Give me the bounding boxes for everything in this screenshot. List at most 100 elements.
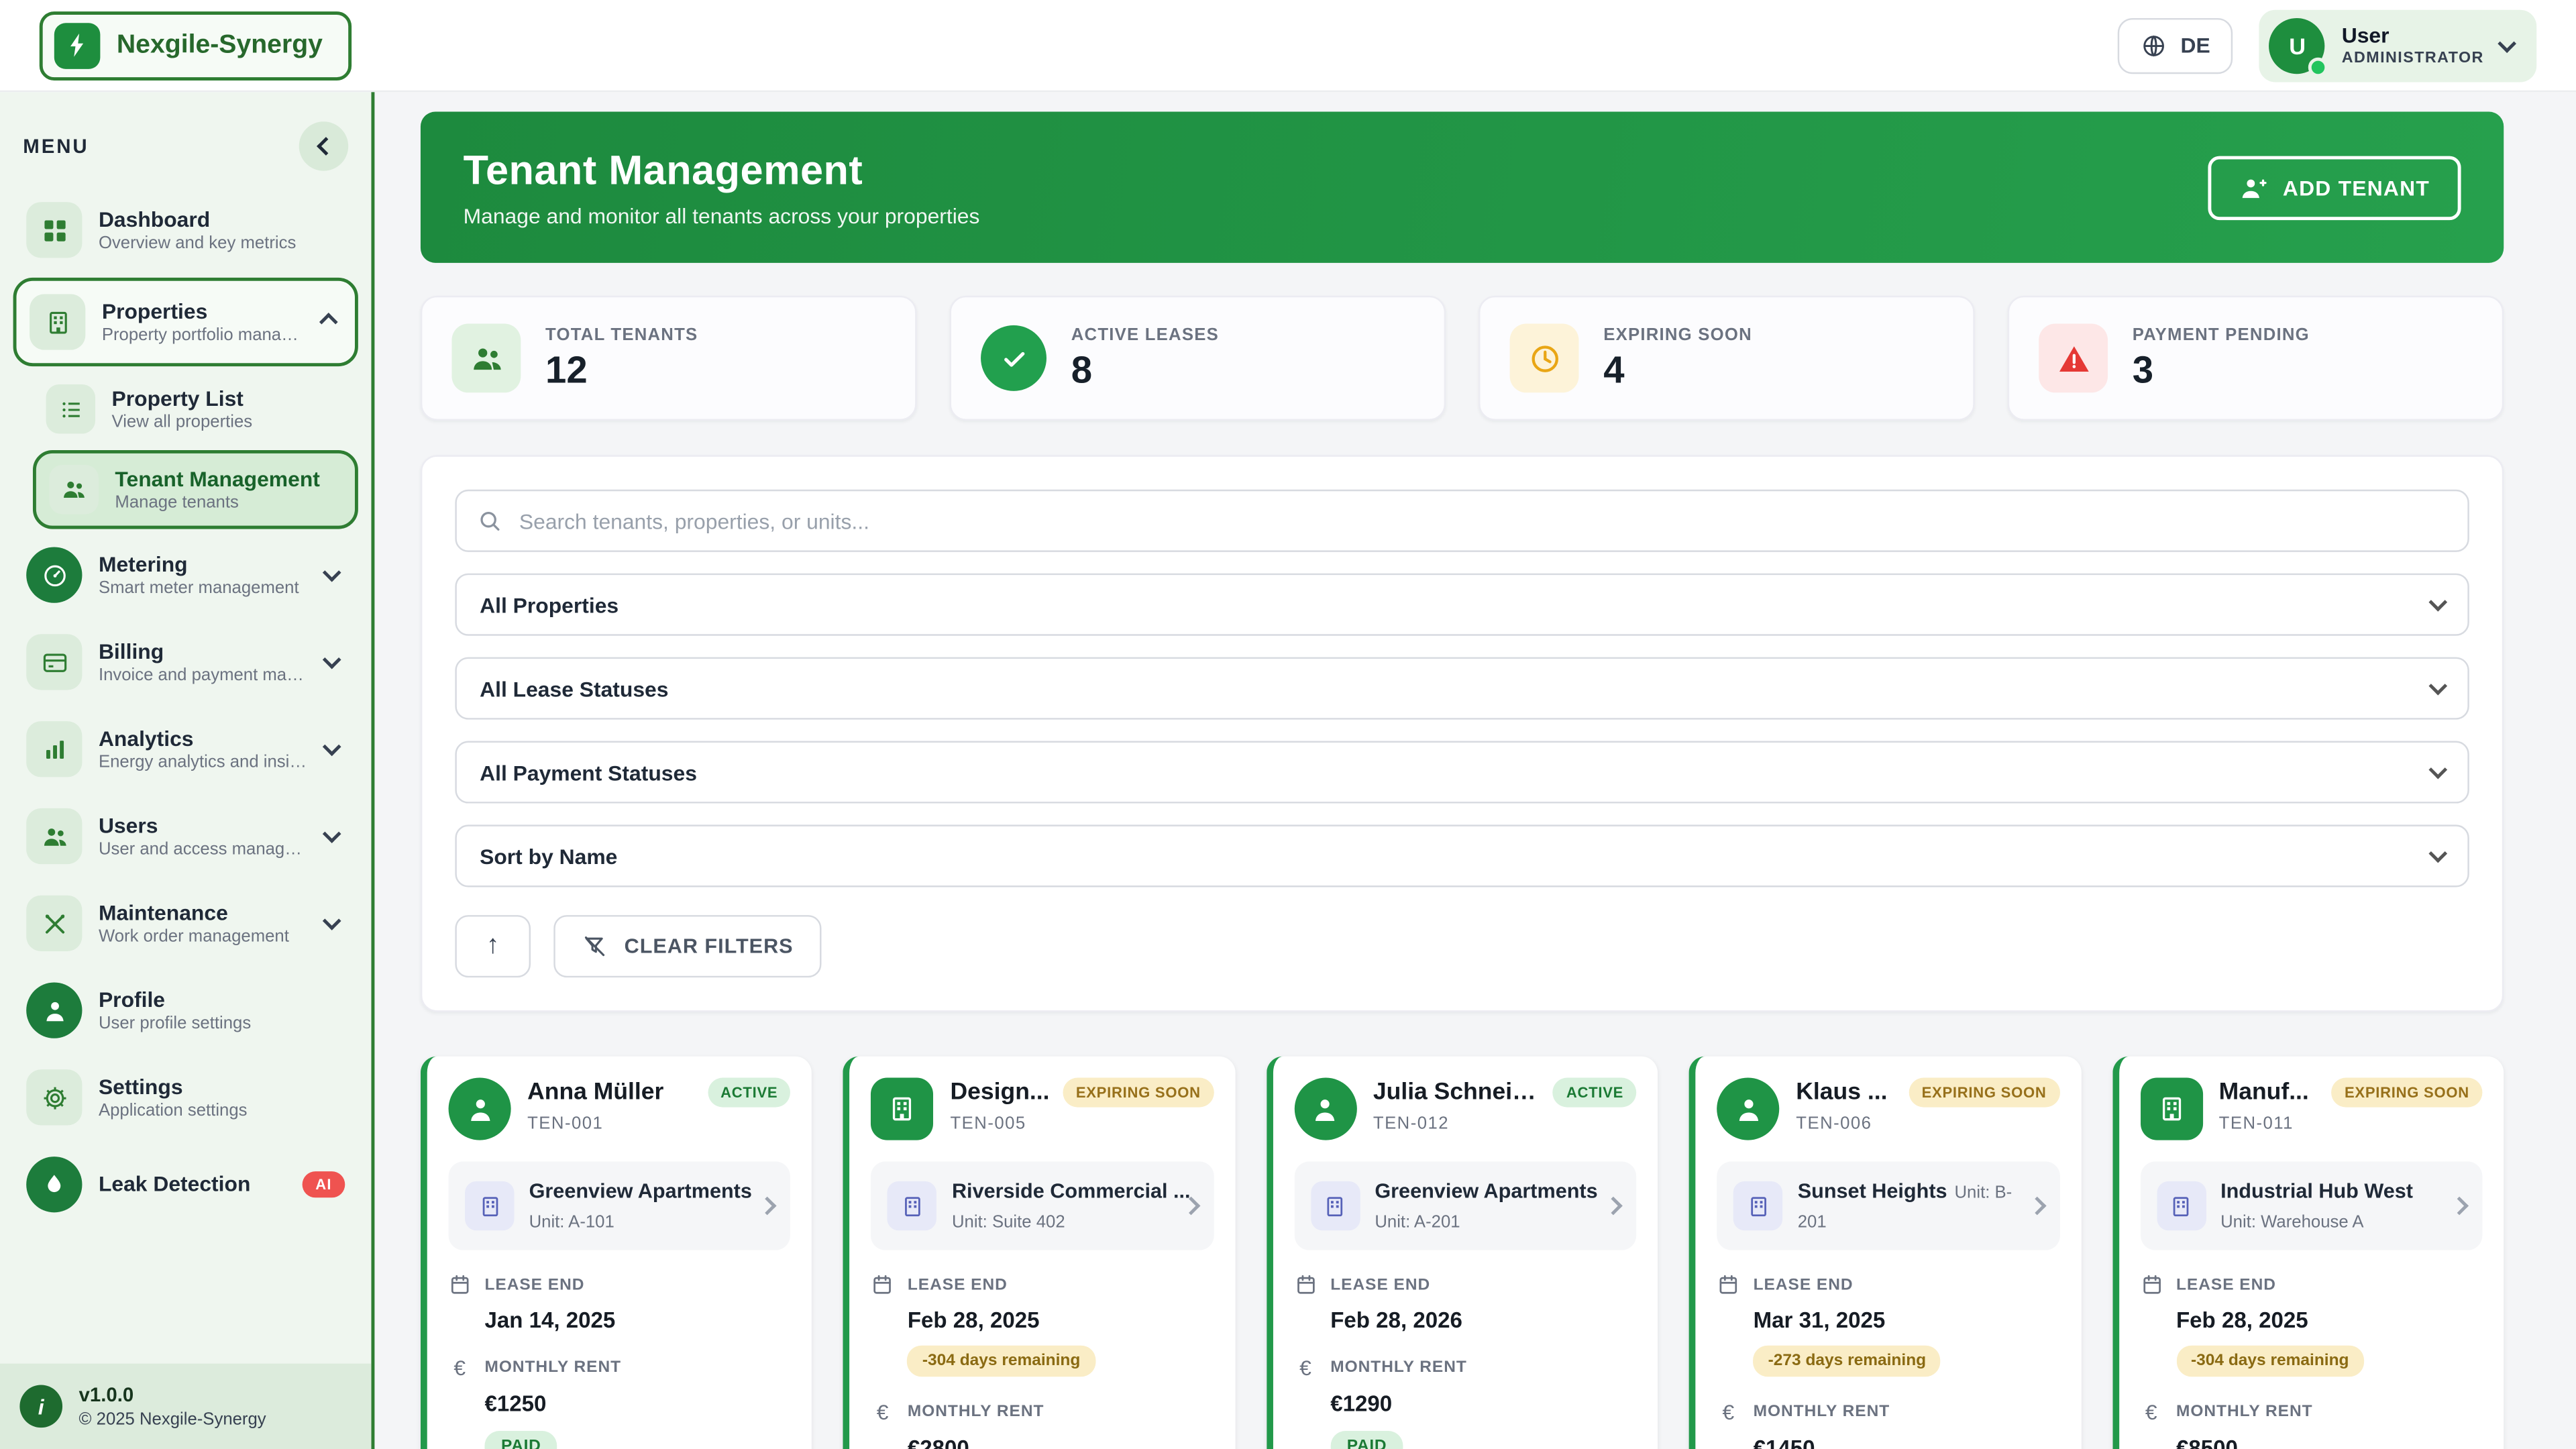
- building-icon: [30, 294, 85, 350]
- brand-name: Nexgile-Synergy: [117, 30, 323, 60]
- clear-filters-button[interactable]: CLEAR FILTERS: [553, 915, 821, 977]
- payment-status-badge: PAID: [1330, 1431, 1403, 1449]
- monthly-rent-label: MONTHLY RENT: [908, 1403, 1044, 1421]
- page-header: Tenant Management Manage and monitor all…: [421, 112, 2504, 263]
- tenant-avatar-building-icon: [871, 1078, 934, 1140]
- stat-value: 4: [1603, 347, 1943, 392]
- lease-end-date: Mar 31, 2025: [1754, 1307, 2060, 1332]
- chevron-down-icon: [323, 737, 341, 756]
- user-menu[interactable]: U User ADMINISTRATOR: [2259, 9, 2536, 81]
- sort-select[interactable]: Sort by Name: [455, 824, 2469, 887]
- lease-status-filter-value: All Lease Statuses: [480, 676, 668, 701]
- sidebar-item-billing[interactable]: Billing Invoice and payment mana...: [13, 621, 358, 703]
- status-badge: ACTIVE: [1553, 1078, 1636, 1108]
- online-status-dot: [2309, 56, 2328, 76]
- sidebar-sublist-properties: Property List View all properties Tenant…: [13, 373, 358, 529]
- menu-label: MENU: [23, 135, 89, 158]
- sidebar-item-profile[interactable]: Profile User profile settings: [13, 969, 358, 1051]
- rent-detail: € MONTHLY RENT €8500 PAID: [2140, 1400, 2482, 1449]
- property-name: Industrial Hub West: [2220, 1179, 2413, 1202]
- lease-end-date: Jan 14, 2025: [484, 1307, 791, 1332]
- euro-icon: €: [1294, 1355, 1317, 1380]
- payment-status-filter-select[interactable]: All Payment Statuses: [455, 741, 2469, 803]
- lease-end-detail: LEASE END Feb 28, 2026: [1294, 1273, 1636, 1332]
- euro-icon: €: [2140, 1400, 2163, 1425]
- stat-total-tenants: TOTAL TENANTS 12: [421, 296, 917, 421]
- stat-payment-pending: PAYMENT PENDING 3: [2008, 296, 2504, 421]
- sidebar-item-label: Maintenance: [99, 900, 309, 927]
- property-name: Greenview Apartments: [529, 1179, 752, 1202]
- rent-amount: €2800: [908, 1436, 1214, 1449]
- days-remaining-badge: -304 days remaining: [908, 1346, 1095, 1377]
- property-link[interactable]: Greenview Apartments Unit: A-101: [449, 1161, 791, 1250]
- sidebar-item-label: Users: [99, 812, 309, 840]
- tenant-id: TEN-012: [1373, 1114, 1449, 1133]
- search-input[interactable]: [519, 508, 2448, 533]
- user-name: User: [2342, 23, 2484, 49]
- chevron-down-icon: [2428, 761, 2447, 780]
- sidebar-item-label: Properties: [102, 299, 306, 326]
- language-button[interactable]: DE: [2118, 17, 2234, 73]
- chevron-right-icon: [2027, 1197, 2046, 1216]
- sidebar-item-property-list[interactable]: Property List View all properties: [33, 373, 358, 445]
- sidebar-item-tenant-management[interactable]: Tenant Management Manage tenants: [33, 450, 358, 529]
- lease-status-filter-select[interactable]: All Lease Statuses: [455, 657, 2469, 720]
- lease-end-date: Feb 28, 2025: [908, 1307, 1214, 1332]
- sidebar-item-leak-detection[interactable]: Leak Detection AI: [13, 1143, 358, 1225]
- stat-active-leases: ACTIVE LEASES 8: [950, 296, 1446, 421]
- sidebar-item-users[interactable]: Users User and access managem...: [13, 795, 358, 877]
- page-subtitle: Manage and monitor all tenants across yo…: [464, 203, 980, 227]
- sidebar-item-desc: Overview and key metrics: [99, 234, 345, 254]
- sort-direction-button[interactable]: ↑: [455, 915, 531, 977]
- monthly-rent-label: MONTHLY RENT: [1330, 1358, 1467, 1377]
- lease-end-detail: LEASE END Feb 28, 2025 -304 days remaini…: [871, 1273, 1214, 1377]
- bar-chart-icon: [26, 721, 82, 777]
- property-name: Sunset Heights: [1798, 1179, 1947, 1202]
- calendar-icon: [1294, 1273, 1317, 1296]
- filters-panel: All Properties All Lease Statuses All Pa…: [421, 455, 2504, 1012]
- sidebar-item-properties[interactable]: Properties Property portfolio manage...: [16, 281, 354, 363]
- status-badge: ACTIVE: [708, 1078, 791, 1108]
- property-link[interactable]: Greenview Apartments Unit: A-201: [1294, 1161, 1636, 1250]
- chevron-left-icon: [317, 137, 335, 156]
- lease-end-label: LEASE END: [908, 1276, 1008, 1294]
- clock-icon: [1510, 323, 1579, 392]
- monthly-rent-label: MONTHLY RENT: [1754, 1403, 1890, 1421]
- building-icon: [465, 1181, 514, 1230]
- sidebar-item-desc: Property portfolio manage...: [102, 326, 306, 345]
- language-label: DE: [2181, 33, 2210, 58]
- sidebar-collapse-button[interactable]: [299, 121, 348, 170]
- sidebar-item-desc: Application settings: [99, 1102, 345, 1121]
- property-link[interactable]: Industrial Hub West Unit: Warehouse A: [2140, 1161, 2482, 1250]
- person-icon: [26, 982, 82, 1038]
- payment-status-filter-value: All Payment Statuses: [480, 760, 697, 785]
- topbar-actions: DE U User ADMINISTRATOR: [2118, 9, 2537, 81]
- sidebar-item-maintenance[interactable]: Maintenance Work order management: [13, 882, 358, 964]
- sidebar-item-label: Analytics: [99, 725, 309, 753]
- sidebar-item-analytics[interactable]: Analytics Energy analytics and insig...: [13, 708, 358, 790]
- status-badge: EXPIRING SOON: [2331, 1078, 2482, 1108]
- unit-label: Unit: A-201: [1375, 1212, 1460, 1232]
- tenant-name: Design...: [951, 1079, 1053, 1106]
- property-link[interactable]: Riverside Commercial ... Unit: Suite 402: [871, 1161, 1214, 1250]
- sidebar-item-label: Settings: [99, 1074, 345, 1102]
- payment-status-badge: PAID: [484, 1431, 557, 1449]
- rent-amount: €1250: [484, 1391, 791, 1416]
- unit-label: Unit: Suite 402: [952, 1212, 1065, 1232]
- add-tenant-button[interactable]: ADD TENANT: [2207, 155, 2461, 219]
- chevron-right-icon: [759, 1197, 777, 1216]
- property-link[interactable]: Sunset Heights Unit: B-201: [1717, 1161, 2059, 1250]
- dashboard-icon: [26, 202, 82, 258]
- chevron-down-icon: [323, 564, 341, 582]
- gauge-icon: [26, 547, 82, 603]
- sidebar-item-settings[interactable]: Settings Application settings: [13, 1057, 358, 1138]
- sidebar-item-desc: User profile settings: [99, 1014, 345, 1034]
- status-badge: EXPIRING SOON: [1063, 1078, 1214, 1108]
- chevron-down-icon: [323, 651, 341, 669]
- sidebar-item-metering[interactable]: Metering Smart meter management: [13, 534, 358, 616]
- lease-end-label: LEASE END: [1330, 1276, 1430, 1294]
- sidebar-item-desc: View all properties: [112, 413, 345, 433]
- property-filter-select[interactable]: All Properties: [455, 574, 2469, 636]
- stat-label: ACTIVE LEASES: [1071, 325, 1415, 344]
- sidebar-item-dashboard[interactable]: Dashboard Overview and key metrics: [13, 189, 358, 271]
